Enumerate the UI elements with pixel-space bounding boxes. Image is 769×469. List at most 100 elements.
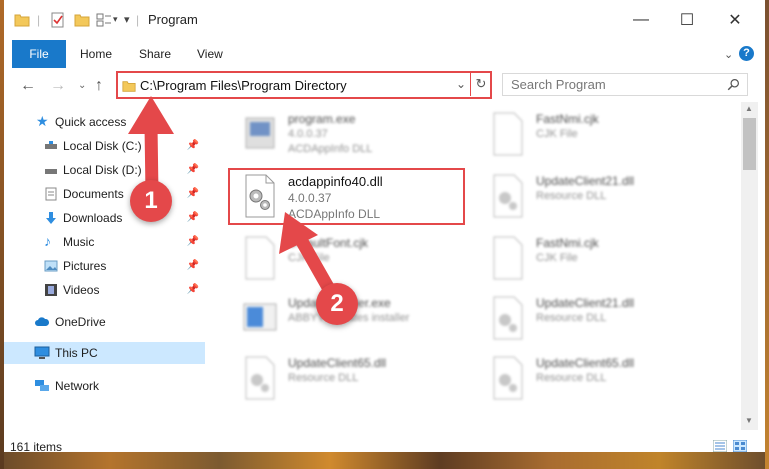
file-type: Resource DLL: [536, 372, 607, 384]
address-path: C:\Program Files\Program Directory: [140, 78, 347, 93]
pin-icon[interactable]: 📌: [187, 212, 199, 223]
file-item[interactable]: FastNmi.cjk CJK File: [478, 230, 718, 286]
help-icon[interactable]: ?: [739, 46, 754, 61]
scroll-down-icon[interactable]: ▼: [745, 416, 753, 425]
nav-this-pc[interactable]: This PC: [0, 342, 205, 364]
tab-file[interactable]: File: [12, 40, 66, 68]
desktop-background-left: [0, 0, 4, 469]
scroll-up-icon[interactable]: ▲: [745, 104, 753, 113]
file-name: DefaultFont.cjk: [288, 236, 369, 250]
blank-file-icon: [493, 112, 523, 156]
tab-view[interactable]: View: [197, 40, 223, 68]
refresh-icon[interactable]: ↻: [470, 72, 491, 96]
nav-local-disk-d[interactable]: Local Disk (D:) 📌: [0, 159, 205, 181]
nav-network[interactable]: Network: [0, 375, 205, 397]
nav-label: Quick access: [55, 115, 127, 129]
nav-label: Downloads: [63, 211, 123, 225]
file-type: CJK File: [536, 128, 578, 140]
file-name: UpdateClient21.dll: [536, 296, 635, 310]
music-note-icon: ♪: [44, 233, 51, 249]
nav-music[interactable]: ♪ Music 📌: [0, 231, 205, 253]
folder-icon: [14, 14, 30, 27]
address-dropdown-chevron-icon[interactable]: ⌄: [456, 77, 466, 91]
file-name: FastNmi.cjk: [536, 112, 599, 126]
tab-share[interactable]: Share: [139, 40, 171, 68]
nav-onedrive[interactable]: OneDrive: [0, 311, 205, 333]
file-item[interactable]: program.exe 4.0.0.37 ACDAppInfo DLL: [230, 106, 470, 162]
file-item[interactable]: DefaultFont.cjk CJK File: [230, 230, 470, 286]
blank-file-icon: [493, 236, 523, 280]
forward-arrow-icon[interactable]: →: [50, 77, 66, 95]
file-version: 4.0.0.37: [288, 128, 328, 140]
address-bar[interactable]: C:\Program Files\Program Directory ⌄: [116, 71, 492, 99]
file-type: CJK File: [536, 252, 578, 264]
nav-documents[interactable]: Documents 📌: [0, 183, 205, 205]
recent-locations-chevron-icon[interactable]: ⌄: [78, 80, 86, 91]
nav-label: Documents: [63, 187, 124, 201]
file-item[interactable]: UpdateClient21.dll Resource DLL: [478, 290, 718, 346]
computer-icon: [34, 346, 50, 360]
picture-icon: [44, 259, 58, 273]
nav-label: Music: [63, 235, 95, 249]
file-item[interactable]: UpdateClient65.dll Resource DLL: [478, 350, 718, 406]
ribbon-expand-icon[interactable]: ⌄: [724, 48, 733, 61]
navigation-pane: ★ Quick access Local Disk (C:) 📌 Local D…: [0, 102, 205, 430]
pin-icon[interactable]: 📌: [187, 260, 199, 271]
pin-icon[interactable]: 📌: [187, 284, 199, 295]
file-item[interactable]: FastNmi.cjk CJK File: [478, 106, 718, 162]
pin-icon[interactable]: 📌: [187, 140, 199, 151]
desktop-background-right: [765, 0, 769, 469]
view-options-icon[interactable]: [96, 12, 112, 28]
search-input[interactable]: Search Program: [511, 77, 606, 92]
nav-local-disk-c[interactable]: Local Disk (C:) 📌: [0, 135, 205, 157]
window-title: Program: [148, 12, 198, 27]
file-name: UpdateClient65.dll: [288, 356, 387, 370]
document-icon: [44, 187, 58, 201]
installer-icon: [243, 303, 277, 331]
scrollbar-thumb[interactable]: [743, 118, 756, 170]
customize-qa-icon[interactable]: ▾: [124, 13, 130, 26]
nav-videos[interactable]: Videos 📌: [0, 279, 205, 301]
maximize-button[interactable]: ☐: [664, 6, 710, 34]
close-button[interactable]: ✕: [712, 6, 758, 34]
star-icon: ★: [36, 113, 49, 129]
back-arrow-icon[interactable]: ←: [20, 77, 36, 95]
ribbon-tabs: File Home Share View ⌄ ?: [0, 40, 769, 69]
file-item[interactable]: UpdateClient21.dll Resource DLL: [478, 168, 718, 224]
dll-file-gear-icon: [493, 296, 523, 340]
pin-icon[interactable]: 📌: [187, 164, 199, 175]
tab-home[interactable]: Home: [80, 40, 112, 68]
nav-label: Pictures: [63, 259, 107, 273]
film-strip-icon: [44, 283, 58, 297]
nav-downloads[interactable]: Downloads 📌: [0, 207, 205, 229]
cloud-icon: [34, 315, 50, 329]
file-type: CJK File: [288, 252, 330, 264]
file-name: UpdateClient65.dll: [536, 356, 635, 370]
address-row: ← → ⌄ ↑ C:\Program Files\Program Directo…: [0, 68, 769, 102]
vertical-scrollbar[interactable]: ▲ ▼: [741, 102, 758, 430]
pin-icon[interactable]: 📌: [187, 188, 199, 199]
details-view-icon[interactable]: [713, 440, 727, 452]
network-icon: [34, 379, 49, 393]
nav-label: Network: [55, 379, 100, 393]
qa-chevron-down-icon[interactable]: ▾: [113, 14, 118, 25]
search-box[interactable]: Search Program: [502, 73, 748, 96]
dll-file-gear-icon: [245, 356, 275, 400]
search-icon: [727, 79, 739, 91]
large-icons-view-icon[interactable]: [733, 440, 747, 452]
qa-separator: |: [37, 13, 41, 27]
nav-label: Videos: [63, 283, 100, 297]
minimize-button[interactable]: —: [618, 6, 664, 34]
file-type: Resource DLL: [536, 190, 607, 202]
properties-check-icon[interactable]: [50, 12, 66, 28]
file-description: ACDAppInfo DLL: [288, 143, 373, 155]
up-arrow-icon[interactable]: ↑: [95, 77, 103, 95]
pin-icon[interactable]: 📌: [187, 236, 199, 247]
file-item[interactable]: UpdateClient65.dll Resource DLL: [230, 350, 470, 406]
nav-quick-access[interactable]: ★ Quick access: [0, 111, 205, 133]
file-type: Resource DLL: [288, 372, 359, 384]
nav-label: This PC: [55, 346, 98, 360]
new-folder-icon[interactable]: [74, 12, 90, 28]
blank-file-icon: [245, 236, 275, 280]
nav-pictures[interactable]: Pictures 📌: [0, 255, 205, 277]
